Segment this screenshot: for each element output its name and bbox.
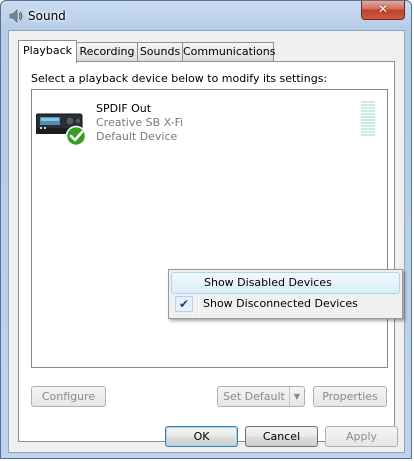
tab-communications[interactable]: Communications <box>182 42 275 61</box>
title-bar[interactable]: Sound ✕ <box>1 1 411 31</box>
tab-playback[interactable]: Playback <box>18 40 77 63</box>
speaker-icon <box>9 9 23 23</box>
device-driver: Creative SB X-Fi <box>96 116 184 129</box>
menu-item-show-disabled-devices[interactable]: Show Disabled Devices <box>171 272 400 294</box>
apply-button[interactable]: Apply <box>325 426 398 447</box>
close-button[interactable]: ✕ <box>361 1 405 20</box>
volume-level-meter <box>361 101 375 137</box>
device-list[interactable]: SPDIF Out Creative SB X-Fi Default Devic… <box>31 89 388 368</box>
close-icon: ✕ <box>377 2 389 16</box>
chevron-down-icon[interactable]: ▼ <box>289 387 304 406</box>
properties-button[interactable]: Properties <box>313 386 387 407</box>
menu-item-label: Show Disconnected Devices <box>203 297 358 310</box>
dialog-body: Playback Recording Sounds Communications… <box>8 30 405 453</box>
cancel-button[interactable]: Cancel <box>245 426 318 447</box>
tab-recording[interactable]: Recording <box>76 42 138 61</box>
menu-item-show-disconnected-devices[interactable]: ✔ Show Disconnected Devices <box>171 294 400 316</box>
green-check-icon <box>65 125 87 147</box>
window-title: Sound <box>28 9 66 23</box>
configure-button[interactable]: Configure <box>31 386 106 407</box>
device-name: SPDIF Out <box>96 102 152 115</box>
sound-dialog-window: Sound ✕ Playback Recording Sounds Commun… <box>0 0 412 459</box>
menu-item-label: Show Disabled Devices <box>204 276 332 289</box>
checkmark-icon: ✔ <box>175 296 193 312</box>
speaker-receiver-icon <box>36 113 87 147</box>
tab-sounds[interactable]: Sounds <box>137 42 183 61</box>
set-default-label: Set Default <box>223 390 285 403</box>
set-default-button[interactable]: Set Default ▼ <box>217 386 305 407</box>
playback-tab-panel: Select a playback device below to modify… <box>18 61 395 442</box>
device-status: Default Device <box>96 130 178 143</box>
context-menu: Show Disabled Devices ✔ Show Disconnecte… <box>168 269 403 319</box>
ok-button[interactable]: OK <box>165 426 238 447</box>
instruction-text: Select a playback device below to modify… <box>31 72 328 85</box>
